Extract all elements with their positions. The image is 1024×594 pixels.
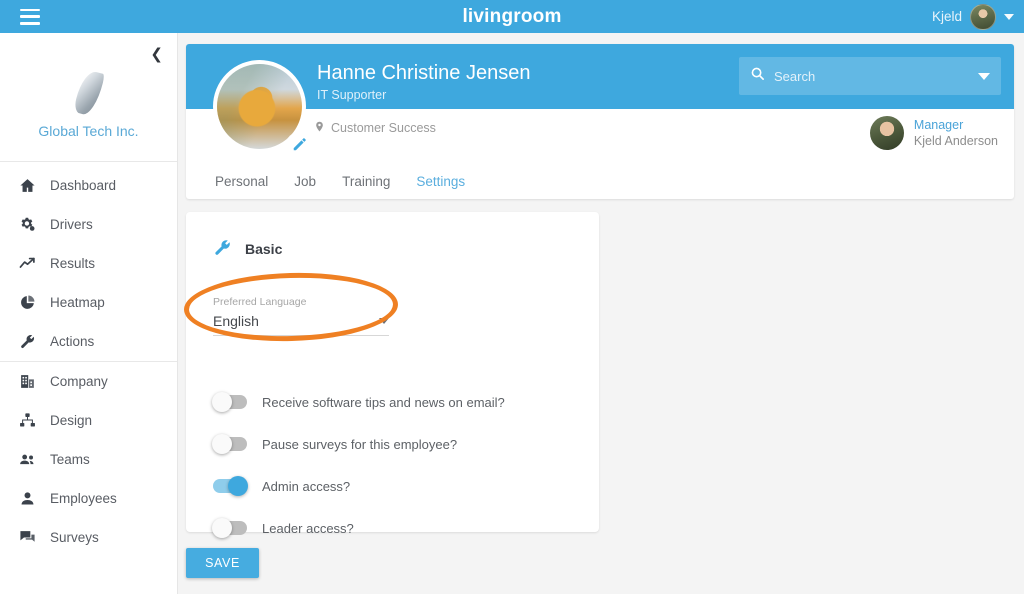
manager-info: Manager Kjeld Anderson <box>869 116 998 150</box>
sidebar-item-design[interactable]: Design <box>0 401 177 440</box>
employee-location: Customer Success <box>314 120 436 136</box>
toggle-label: Pause surveys for this employee? <box>262 436 458 452</box>
comments-icon <box>18 529 36 547</box>
toggle-leader-access[interactable] <box>212 518 247 538</box>
sidebar: ❮ Global Tech Inc. Dashboard Drivers Res… <box>0 33 178 594</box>
user-icon <box>18 490 36 508</box>
tab-personal[interactable]: Personal <box>215 174 268 189</box>
sidebar-item-actions[interactable]: Actions <box>0 322 177 361</box>
employee-location-label: Customer Success <box>331 121 436 135</box>
chevron-down-icon[interactable] <box>1004 13 1014 20</box>
preferred-language-select[interactable]: English <box>213 313 389 336</box>
sidebar-item-surveys[interactable]: Surveys <box>0 518 177 557</box>
profile-tabs: Personal Job Training Settings <box>215 174 465 189</box>
search-box[interactable] <box>739 57 1001 95</box>
sidebar-item-label: Design <box>50 413 93 428</box>
sidebar-item-label: Surveys <box>50 530 99 545</box>
sidebar-item-label: Results <box>50 256 96 271</box>
manager-avatar[interactable] <box>869 116 904 150</box>
employee-name: Hanne Christine Jensen <box>317 62 531 84</box>
toggle-row-pause-surveys[interactable]: Pause surveys for this employee? <box>212 423 572 465</box>
toggle-label: Leader access? <box>262 520 354 536</box>
chevron-left-icon[interactable]: ❮ <box>150 47 163 62</box>
sidebar-item-teams[interactable]: Teams <box>0 440 177 479</box>
sidebar-item-dashboard[interactable]: Dashboard <box>0 166 177 205</box>
home-icon <box>18 177 36 195</box>
sidebar-item-label: Employees <box>50 491 117 506</box>
feather-logo-icon <box>66 69 112 117</box>
hamburger-icon[interactable] <box>20 8 40 25</box>
toggle-row-admin-access[interactable]: Admin access? <box>213 465 572 507</box>
profile-banner: Hanne Christine Jensen IT Supporter <box>186 44 1014 109</box>
sidebar-item-drivers[interactable]: Drivers <box>0 205 177 244</box>
topbar-avatar[interactable] <box>970 3 996 30</box>
search-icon <box>750 66 765 86</box>
caret-down-icon[interactable] <box>978 72 990 80</box>
profile-card: Hanne Christine Jensen IT Supporter Cust… <box>186 44 1014 199</box>
toggle-label: Admin access? <box>262 478 351 494</box>
pencil-icon[interactable] <box>286 132 312 158</box>
toggle-row-email-tips[interactable]: Receive software tips and news on email? <box>212 381 572 423</box>
card-header: Basic <box>213 238 572 260</box>
topbar-user-name: Kjeld <box>931 9 962 24</box>
building-icon <box>18 373 36 391</box>
sitemap-icon <box>18 412 36 430</box>
basic-settings-card: Basic Preferred Language English Receive… <box>183 212 599 538</box>
manager-role-link[interactable]: Manager <box>914 118 998 133</box>
sidebar-item-employees[interactable]: Employees <box>0 479 177 518</box>
preferred-language-value: English <box>213 313 259 329</box>
sidebar-nav: Dashboard Drivers Results Heatmap Action… <box>0 162 177 557</box>
sidebar-item-label: Actions <box>50 334 95 349</box>
topbar-user-area[interactable]: Kjeld <box>932 0 1014 33</box>
sidebar-item-company[interactable]: Company <box>0 362 177 401</box>
caret-down-icon[interactable] <box>379 318 389 324</box>
tab-training[interactable]: Training <box>342 174 390 189</box>
sidebar-item-label: Heatmap <box>50 295 105 310</box>
toggle-row-leader-access[interactable]: Leader access? <box>212 507 572 549</box>
sidebar-item-label: Drivers <box>50 217 93 232</box>
wrench-icon <box>213 238 232 260</box>
sidebar-item-label: Teams <box>50 452 90 467</box>
toggle-pause-surveys[interactable] <box>212 434 247 454</box>
sidebar-item-results[interactable]: Results <box>0 244 177 283</box>
toggle-label: Receive software tips and news on email? <box>262 394 505 410</box>
wrench-icon <box>18 333 36 351</box>
sidebar-item-label: Company <box>50 374 108 389</box>
employee-job-title: IT Supporter <box>317 88 387 102</box>
top-bar: livingroom Kjeld <box>0 0 1024 33</box>
map-pin-icon <box>314 120 325 136</box>
preferred-language-label: Preferred Language <box>213 296 307 308</box>
card-title: Basic <box>245 241 283 257</box>
gears-icon <box>18 216 36 234</box>
company-name[interactable]: Global Tech Inc. <box>0 123 177 161</box>
pie-chart-icon <box>18 294 36 312</box>
app-brand-title: livingroom <box>462 5 562 27</box>
sidebar-item-heatmap[interactable]: Heatmap <box>0 283 177 322</box>
users-icon <box>18 451 36 469</box>
sidebar-item-label: Dashboard <box>50 178 117 193</box>
trend-line-icon <box>18 255 36 273</box>
save-button[interactable]: SAVE <box>186 548 259 578</box>
settings-toggles: Receive software tips and news on email?… <box>212 381 572 549</box>
tab-settings[interactable]: Settings <box>416 174 465 189</box>
toggle-email-tips[interactable] <box>212 392 247 412</box>
tab-job[interactable]: Job <box>294 174 316 189</box>
search-input[interactable] <box>774 68 969 84</box>
manager-name: Kjeld Anderson <box>913 133 998 148</box>
toggle-admin-access[interactable] <box>213 476 248 496</box>
main-content: Hanne Christine Jensen IT Supporter Cust… <box>178 33 1024 594</box>
preferred-language-field: Preferred Language English <box>183 270 399 344</box>
